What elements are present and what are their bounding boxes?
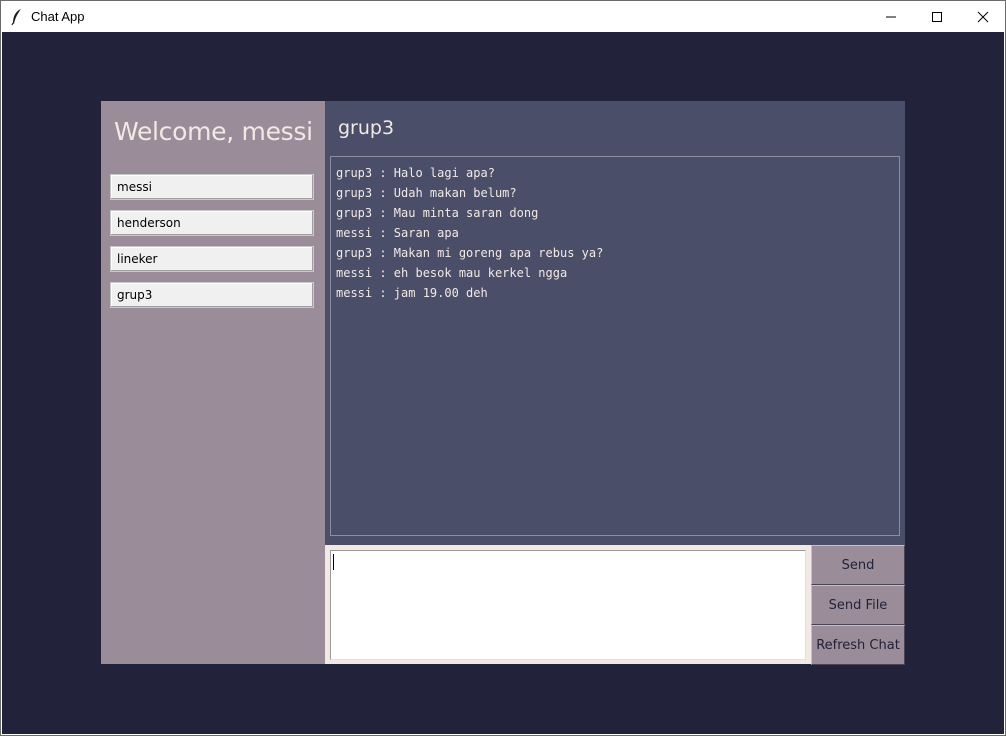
user-button-grup3[interactable]: grup3 [110, 282, 314, 308]
window-title: Chat App [31, 9, 85, 24]
message-line: grup3 : Halo lagi apa? [336, 166, 495, 180]
close-button[interactable] [960, 1, 1006, 33]
feather-icon [11, 9, 21, 26]
welcome-heading: Welcome, messi [114, 117, 313, 146]
sidebar: Welcome, messi messi henderson lineker g… [101, 101, 325, 664]
send-button[interactable]: Send [811, 545, 905, 585]
message-line: messi : Saran apa [336, 226, 459, 240]
app-canvas: Welcome, messi messi henderson lineker g… [2, 32, 1004, 734]
message-line: messi : eh besok mau kerkel ngga [336, 266, 568, 280]
message-log[interactable]: grup3 : Halo lagi apa? grup3 : Udah maka… [330, 156, 900, 536]
message-line: grup3 : Mau minta saran dong [336, 206, 539, 220]
text-cursor [333, 554, 334, 570]
send-file-button[interactable]: Send File [811, 585, 905, 625]
message-line: grup3 : Makan mi goreng apa rebus ya? [336, 246, 604, 260]
message-line: grup3 : Udah makan belum? [336, 186, 517, 200]
maximize-icon [932, 12, 942, 22]
message-input[interactable] [330, 550, 806, 660]
chat-title: grup3 [338, 117, 395, 139]
maximize-button[interactable] [914, 1, 960, 33]
user-button-henderson[interactable]: henderson [110, 210, 314, 236]
title-bar: Chat App [0, 0, 1006, 32]
composer-frame [325, 545, 811, 664]
minimize-icon [886, 16, 896, 18]
close-icon [977, 11, 989, 23]
message-line: messi : jam 19.00 deh [336, 286, 488, 300]
refresh-chat-button[interactable]: Refresh Chat [811, 625, 905, 665]
chat-panel: grup3 grup3 : Halo lagi apa? grup3 : Uda… [325, 101, 905, 545]
minimize-button[interactable] [868, 1, 914, 33]
user-button-lineker[interactable]: lineker [110, 246, 314, 272]
user-button-messi[interactable]: messi [110, 174, 314, 200]
